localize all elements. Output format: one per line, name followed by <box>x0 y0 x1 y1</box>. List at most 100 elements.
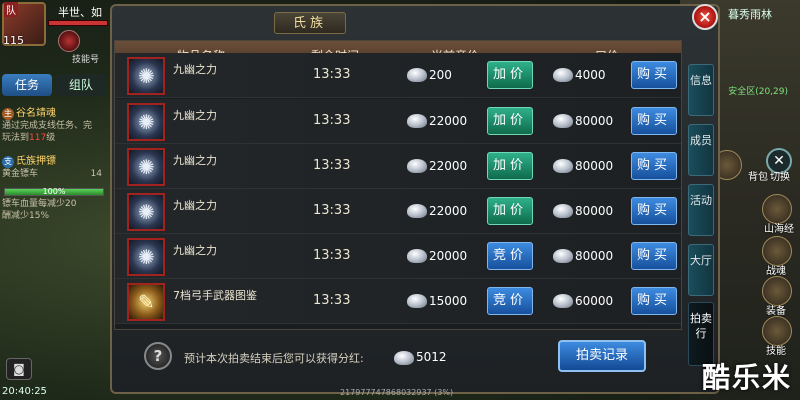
dividend-value: 5012 <box>416 350 447 364</box>
tab-task[interactable]: 任务 <box>2 74 52 96</box>
quest-side-badge: 支 <box>2 156 14 168</box>
buyout-price: 80000 <box>575 249 614 263</box>
quest-side-extra: 镖车血量每减少20 酬减少15% <box>2 199 77 221</box>
player-name: 半世、如 <box>58 6 102 19</box>
bid-button[interactable]: 竞价 <box>487 287 533 315</box>
buy-button[interactable]: 购买 <box>631 107 677 135</box>
quest-progress-label: 100% <box>42 187 66 196</box>
tab-members[interactable]: 成员 <box>688 124 714 176</box>
quest-side[interactable]: 支氏族押镖 黄金镖车 14 <box>2 156 110 180</box>
tab-activities[interactable]: 活动 <box>688 184 714 236</box>
team-tag: 队 <box>4 2 18 17</box>
close-icon[interactable]: × <box>692 4 718 30</box>
war-soul-label: 战魂 <box>766 266 786 277</box>
silver-icon <box>553 204 573 218</box>
time-left: 13:33 <box>313 67 351 82</box>
current-bid: 22000 <box>429 159 468 173</box>
current-bid: 22000 <box>429 114 468 128</box>
quest-main-desc: 通过完成支线任务、完 <box>2 121 93 131</box>
item-name: 九幽之力 <box>173 199 217 212</box>
time-left: 13:33 <box>313 113 351 128</box>
silver-icon <box>553 249 573 263</box>
bag-label: 背包 <box>748 172 768 183</box>
skills-label: 技能 <box>766 346 786 357</box>
table-row: 九幽之力 13:33 22000 加价 80000 购买 <box>115 189 681 234</box>
item-name: 九幽之力 <box>173 109 217 122</box>
soul-icon[interactable] <box>127 193 165 231</box>
bid-button[interactable]: 竞价 <box>487 242 533 270</box>
soul-icon[interactable] <box>127 57 165 95</box>
quest-main[interactable]: 主谷名靖魂 通过完成支线任务、完 玩法到117级 <box>2 108 110 144</box>
bid-button[interactable]: 加价 <box>487 107 533 135</box>
silver-icon <box>407 294 427 308</box>
buy-button[interactable]: 购买 <box>631 152 677 180</box>
skill-icon[interactable] <box>58 30 80 52</box>
tab-team[interactable]: 组队 <box>56 74 106 96</box>
buyout-price: 80000 <box>575 159 614 173</box>
quest-main-title: 谷名靖魂 <box>16 108 56 119</box>
tab-hall[interactable]: 大厅 <box>688 244 714 296</box>
panel-title: 氏族 <box>274 12 346 34</box>
table-row: 九幽之力 13:33 22000 加价 80000 购买 <box>115 144 681 189</box>
camera-button[interactable]: ◙ <box>6 358 32 380</box>
soul-icon[interactable] <box>127 238 165 276</box>
silver-icon <box>407 159 427 173</box>
bottom-status-text: 217977747868032937 (3%) <box>340 388 454 397</box>
silver-icon <box>553 159 573 173</box>
buyout-price: 80000 <box>575 114 614 128</box>
player-hp-bar <box>48 20 108 26</box>
bid-button[interactable]: 加价 <box>487 197 533 225</box>
time-left: 13:33 <box>313 203 351 218</box>
buy-button[interactable]: 购买 <box>631 242 677 270</box>
quest-main-badge: 主 <box>2 108 14 120</box>
soul-icon[interactable] <box>127 103 165 141</box>
soul-icon[interactable] <box>127 148 165 186</box>
quest-side-desc: 黄金镖车 14 <box>2 169 102 179</box>
silver-icon <box>407 68 427 82</box>
map-name: 暮秀雨林 <box>728 8 772 21</box>
quest-progress-bar: 100% <box>4 187 104 196</box>
player-level: 115 <box>3 34 24 47</box>
current-bid: 200 <box>429 68 452 82</box>
silver-icon <box>553 114 573 128</box>
left-hud: 队 115 半世、如 技能号 任务 组队 主谷名靖魂 通过完成支线任务、完 玩法… <box>0 0 112 400</box>
buyout-price: 80000 <box>575 204 614 218</box>
silver-icon <box>553 294 573 308</box>
time-left: 13:33 <box>313 248 351 263</box>
tab-info[interactable]: 信息 <box>688 64 714 116</box>
current-bid: 20000 <box>429 249 468 263</box>
quest-side-title: 氏族押镖 <box>16 156 56 167</box>
buy-button[interactable]: 购买 <box>631 197 677 225</box>
item-name: 九幽之力 <box>173 63 217 76</box>
item-name: 7档弓手武器图鉴 <box>173 289 257 302</box>
current-bid: 22000 <box>429 204 468 218</box>
item-name: 九幽之力 <box>173 154 217 167</box>
buy-button[interactable]: 购买 <box>631 287 677 315</box>
quest-main-req: 玩法到117级 <box>2 133 56 143</box>
bid-button[interactable]: 加价 <box>487 61 533 89</box>
time-left: 13:33 <box>313 158 351 173</box>
skill-label: 技能号 <box>72 55 100 65</box>
buy-button[interactable]: 购买 <box>631 61 677 89</box>
auction-record-button[interactable]: 拍卖记录 <box>558 340 646 372</box>
dividend-note: 预计本次拍卖结束后您可以获得分红: <box>184 352 364 365</box>
table-row: 九幽之力 13:33 200 加价 4000 购买 <box>115 53 681 98</box>
time-left: 13:33 <box>313 293 351 308</box>
auction-table: 物品名称 剩余时间 当前竞价 一口价 九幽之力13:33200加价4000购买九… <box>114 40 682 330</box>
silver-icon <box>407 249 427 263</box>
silver-icon <box>407 204 427 218</box>
table-row: 九幽之力 13:33 22000 加价 80000 购买 <box>115 99 681 144</box>
panel-footer: ? 预计本次拍卖结束后您可以获得分红: 5012 拍卖记录 <box>114 334 682 382</box>
equipment-label: 装备 <box>766 306 786 317</box>
scroll-icon[interactable] <box>127 283 165 321</box>
item-name: 九幽之力 <box>173 244 217 257</box>
help-icon[interactable]: ? <box>144 342 172 370</box>
switch-label: 切换 <box>770 172 790 183</box>
silver-icon <box>553 68 573 82</box>
silver-icon <box>407 114 427 128</box>
buyout-price: 60000 <box>575 294 614 308</box>
table-row: 九幽之力 13:33 20000 竞价 80000 购买 <box>115 234 681 279</box>
clock: 20:40:25 <box>2 386 47 397</box>
bid-button[interactable]: 加价 <box>487 152 533 180</box>
table-row: 7档弓手武器图鉴 13:33 15000 竞价 60000 购买 <box>115 279 681 324</box>
